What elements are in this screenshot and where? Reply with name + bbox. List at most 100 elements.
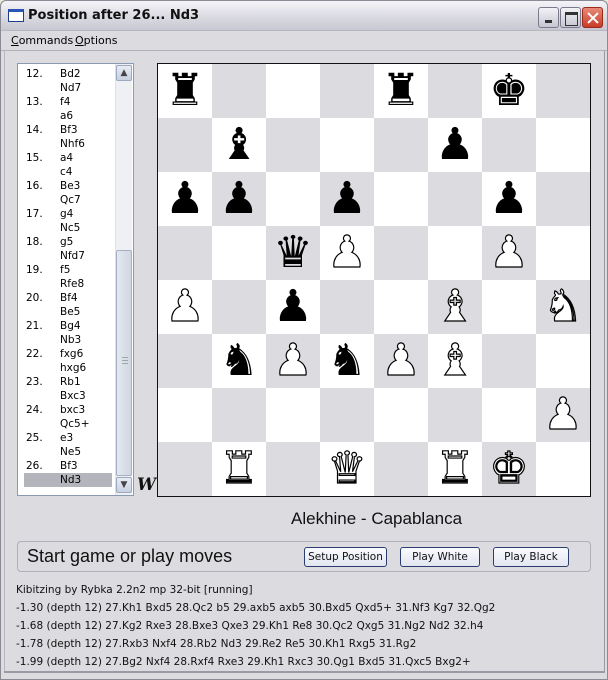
square-g5[interactable]: ♟ — [482, 226, 536, 280]
white-pawn-icon[interactable]: ♟ — [482, 226, 536, 280]
black-king-icon[interactable]: ♚ — [482, 64, 536, 118]
move-list-item[interactable]: Nc5 — [24, 221, 112, 235]
white-queen-icon[interactable]: ♛ — [320, 442, 374, 496]
move-list-item[interactable]: hxg6 — [24, 361, 112, 375]
square-b7[interactable]: ♝ — [212, 118, 266, 172]
minimize-button[interactable] — [538, 7, 559, 28]
black-pawn-icon[interactable]: ♟ — [212, 172, 266, 226]
move-list-item[interactable]: 19. f5 — [24, 263, 112, 277]
move-list-item[interactable]: Rfe8 — [24, 277, 112, 291]
square-c2[interactable] — [266, 388, 320, 442]
black-rook-icon[interactable]: ♜ — [374, 64, 428, 118]
square-a2[interactable] — [158, 388, 212, 442]
move-list-item[interactable]: 20. Bf4 — [24, 291, 112, 305]
square-d3[interactable]: ♞ — [320, 334, 374, 388]
square-g6[interactable]: ♟ — [482, 172, 536, 226]
title-bar[interactable]: Position after 26... Nd3 — [1, 1, 607, 31]
white-rook-icon[interactable]: ♜ — [428, 442, 482, 496]
square-c8[interactable] — [266, 64, 320, 118]
menu-commands[interactable]: Commands — [11, 34, 73, 47]
move-list-item[interactable]: Qc7 — [24, 193, 112, 207]
move-list-item[interactable]: Bxc3 — [24, 389, 112, 403]
move-list-item[interactable]: a6 — [24, 109, 112, 123]
move-list-item[interactable]: 22. fxg6 — [24, 347, 112, 361]
square-e6[interactable] — [374, 172, 428, 226]
square-a7[interactable] — [158, 118, 212, 172]
square-b6[interactable]: ♟ — [212, 172, 266, 226]
square-g4[interactable] — [482, 280, 536, 334]
move-list-item[interactable]: 21. Bg4 — [24, 319, 112, 333]
square-f8[interactable] — [428, 64, 482, 118]
chess-board[interactable]: ♜ ♜ ♚ ♝ ♟ ♟ ♟ ♟ ♟ ♛ ♟ ♟ ♟ ♟ ♝ ♞ ♞ ♟ ♞ ♟ ♝ ♟ ♜ ♛ ♜ ♚ — [157, 63, 591, 497]
square-c3[interactable]: ♟ — [266, 334, 320, 388]
square-e8[interactable]: ♜ — [374, 64, 428, 118]
square-e7[interactable] — [374, 118, 428, 172]
white-king-icon[interactable]: ♚ — [482, 442, 536, 496]
square-d4[interactable] — [320, 280, 374, 334]
square-a3[interactable] — [158, 334, 212, 388]
white-bishop-icon[interactable]: ♝ — [428, 280, 482, 334]
square-a8[interactable]: ♜ — [158, 64, 212, 118]
square-c7[interactable] — [266, 118, 320, 172]
square-h4[interactable]: ♞ — [536, 280, 590, 334]
square-h2[interactable]: ♟ — [536, 388, 590, 442]
square-b4[interactable] — [212, 280, 266, 334]
black-pawn-icon[interactable]: ♟ — [158, 172, 212, 226]
move-list-item[interactable]: 18. g5 — [24, 235, 112, 249]
move-list-item[interactable]: Nd7 — [24, 81, 112, 95]
move-list-item[interactable]: 23. Rb1 — [24, 375, 112, 389]
square-e5[interactable] — [374, 226, 428, 280]
black-pawn-icon[interactable]: ♟ — [482, 172, 536, 226]
square-d5[interactable]: ♟ — [320, 226, 374, 280]
play-white-button[interactable]: Play White — [400, 547, 480, 567]
square-d6[interactable]: ♟ — [320, 172, 374, 226]
black-rook-icon[interactable]: ♜ — [158, 64, 212, 118]
setup-position-button[interactable]: Setup Position — [304, 547, 387, 567]
black-pawn-icon[interactable]: ♟ — [428, 118, 482, 172]
white-bishop-icon[interactable]: ♝ — [428, 334, 482, 388]
square-f5[interactable] — [428, 226, 482, 280]
square-e4[interactable] — [374, 280, 428, 334]
square-g8[interactable]: ♚ — [482, 64, 536, 118]
scrollbar[interactable]: ▲ ▼ — [115, 64, 132, 495]
white-rook-icon[interactable]: ♜ — [212, 442, 266, 496]
square-e1[interactable] — [374, 442, 428, 496]
square-f6[interactable] — [428, 172, 482, 226]
square-h7[interactable] — [536, 118, 590, 172]
move-list-item[interactable]: 25. e3 — [24, 431, 112, 445]
scroll-thumb[interactable] — [116, 250, 132, 476]
black-pawn-icon[interactable]: ♟ — [266, 280, 320, 334]
square-e3[interactable]: ♟ — [374, 334, 428, 388]
move-list-item[interactable]: Nfd7 — [24, 249, 112, 263]
square-g7[interactable] — [482, 118, 536, 172]
move-list-item[interactable]: 17. g4 — [24, 207, 112, 221]
square-b5[interactable] — [212, 226, 266, 280]
move-list-item[interactable]: 16. Be3 — [24, 179, 112, 193]
move-list-item[interactable]: 26. Bf3 — [24, 459, 112, 473]
move-list[interactable]: Nd3 26. Bf3 Ne5 25. e3 Qc5+ 24. bxc3 Bxc3 23. Rb1 hx… — [17, 63, 134, 496]
move-list-item[interactable]: Nb3 — [24, 333, 112, 347]
move-list-item[interactable]: Be5 — [24, 305, 112, 319]
square-b2[interactable] — [212, 388, 266, 442]
move-list-item[interactable]: 14. Bf3 — [24, 123, 112, 137]
maximize-button[interactable] — [560, 7, 581, 28]
black-queen-icon[interactable]: ♛ — [266, 226, 320, 280]
square-h6[interactable] — [536, 172, 590, 226]
square-g2[interactable] — [482, 388, 536, 442]
white-pawn-icon[interactable]: ♟ — [320, 226, 374, 280]
move-list-item[interactable]: Ne5 — [24, 445, 112, 459]
scroll-down-button[interactable]: ▼ — [116, 477, 132, 493]
move-list-item[interactable]: 15. a4 — [24, 151, 112, 165]
move-list-item[interactable]: Nhf6 — [24, 137, 112, 151]
square-g3[interactable] — [482, 334, 536, 388]
black-knight-icon[interactable]: ♞ — [212, 334, 266, 388]
square-a5[interactable] — [158, 226, 212, 280]
square-h3[interactable] — [536, 334, 590, 388]
square-a1[interactable] — [158, 442, 212, 496]
white-pawn-icon[interactable]: ♟ — [158, 280, 212, 334]
square-b8[interactable] — [212, 64, 266, 118]
window-icon[interactable] — [8, 9, 24, 22]
square-f3[interactable]: ♝ — [428, 334, 482, 388]
move-list-item[interactable]: 24. bxc3 — [24, 403, 112, 417]
move-list-item[interactable]: 13. f4 — [24, 95, 112, 109]
